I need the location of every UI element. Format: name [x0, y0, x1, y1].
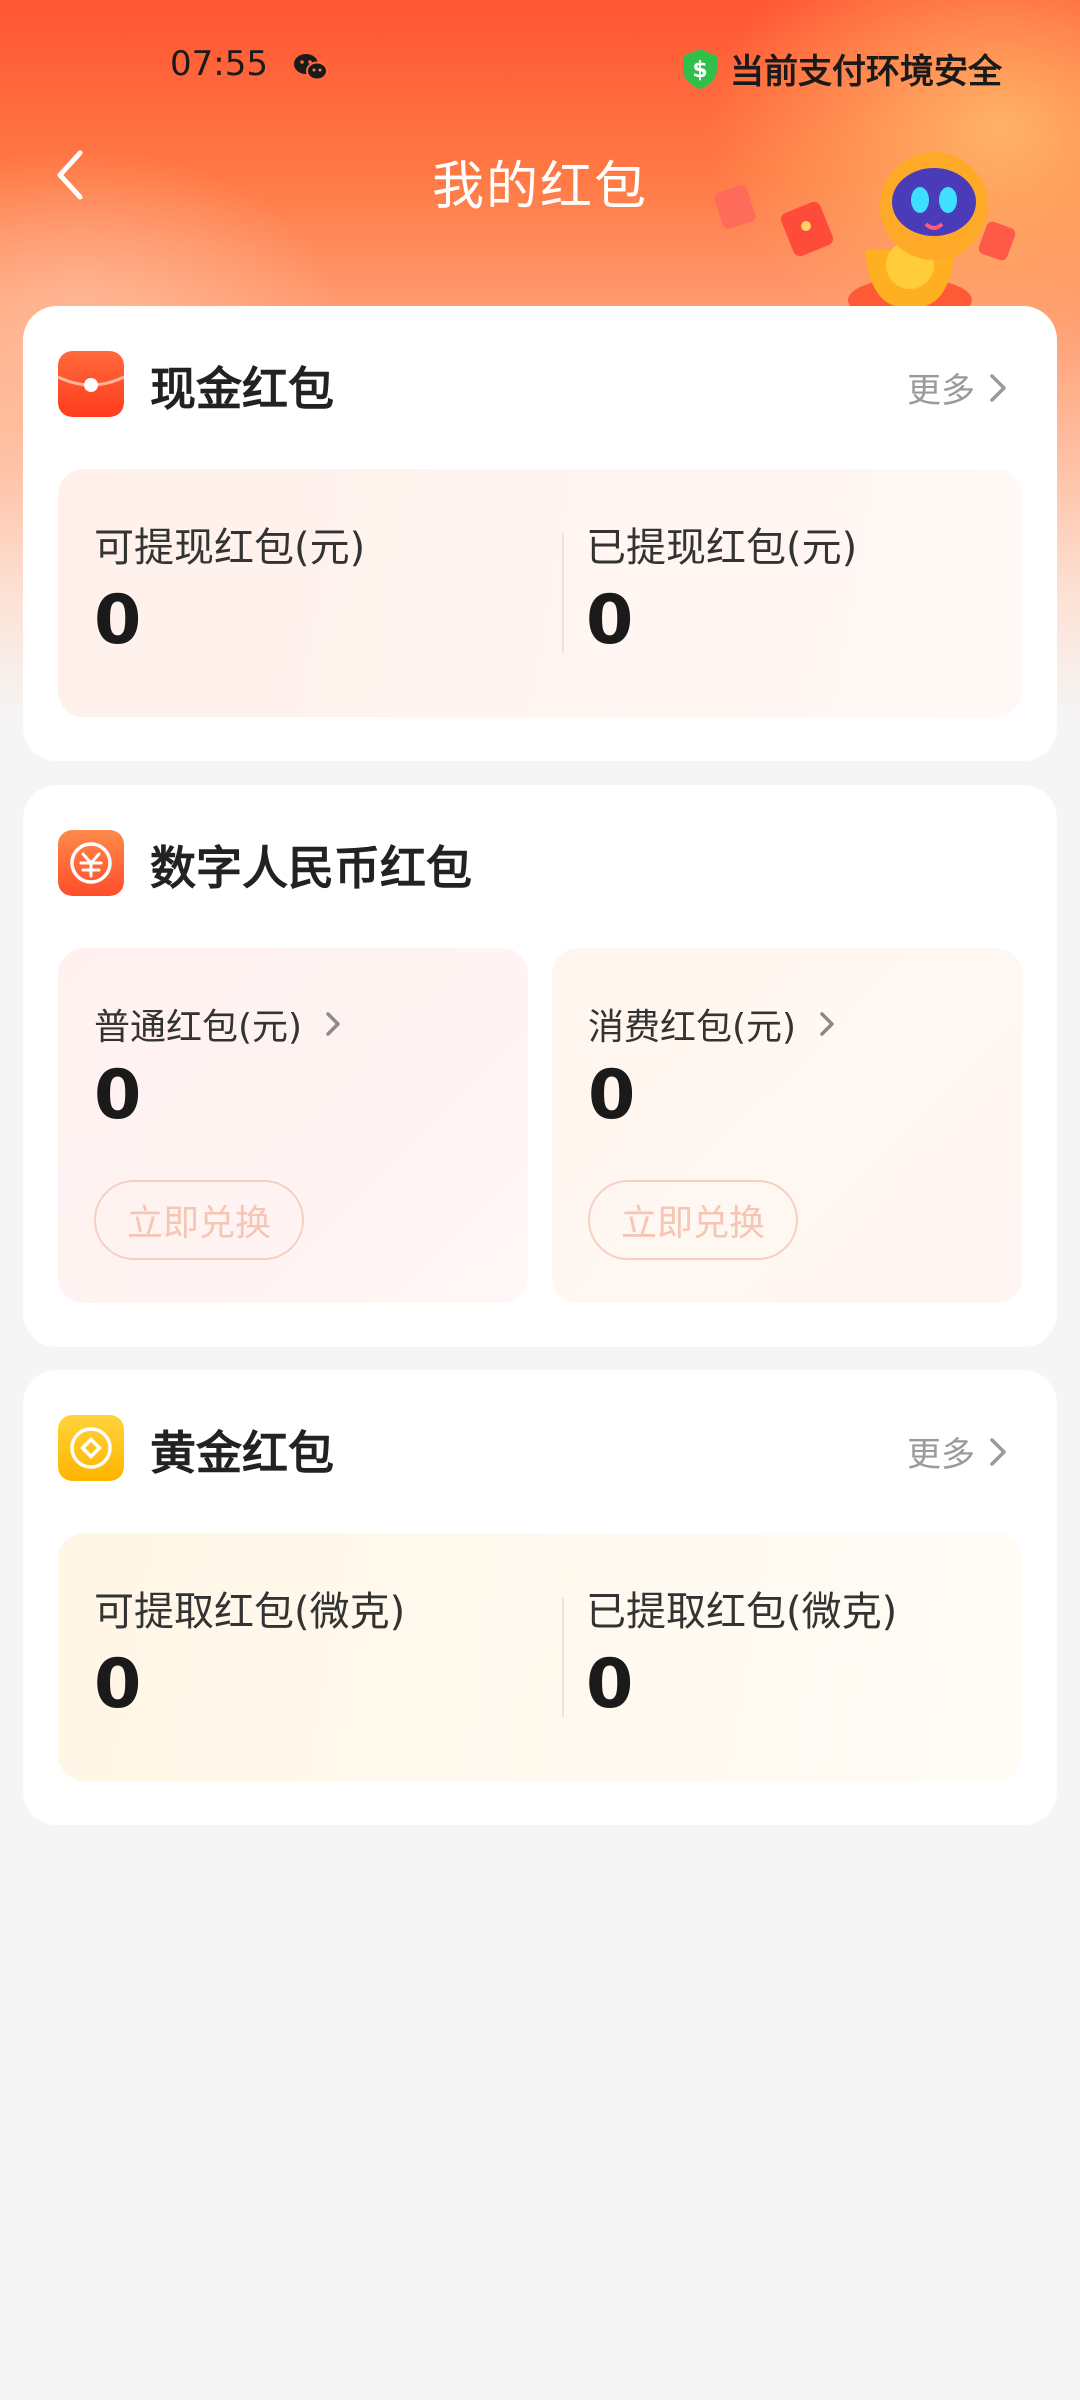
more-link[interactable]: 更多 — [907, 363, 1009, 412]
chevron-right-icon — [326, 1012, 340, 1036]
divider — [562, 1597, 564, 1717]
red-envelope-icon — [58, 351, 124, 417]
withdrawn-label: 已提现红包(元) — [586, 525, 858, 571]
extracted-value: 0 — [586, 1645, 634, 1724]
mascot-illustration — [714, 152, 1016, 310]
more-link[interactable]: 更多 — [907, 1427, 1009, 1476]
wechat-icon — [294, 54, 328, 81]
shield-dollar-icon: $ — [683, 48, 717, 89]
cash-red-envelope-card: 现金红包 更多 可提现红包(元) 0 已提现红包(元) 0 — [23, 306, 1057, 761]
divider — [562, 533, 564, 653]
extracted-label: 已提取红包(微克) — [586, 1589, 898, 1635]
redeem-button[interactable]: 立即兑换 — [588, 1180, 798, 1260]
cash-stats-panel: 可提现红包(元) 0 已提现红包(元) 0 — [58, 469, 1022, 717]
ecny-red-envelope-card: 数字人民币红包 普通红包(元) 0 立即兑换 消费红包(元) 0 立即兑换 — [23, 785, 1057, 1347]
svg-text:$: $ — [692, 58, 707, 83]
status-time: 07:55 — [170, 44, 268, 84]
withdrawable-value: 0 — [94, 581, 142, 660]
chevron-right-icon — [820, 1012, 834, 1036]
withdrawable-label: 可提现红包(元) — [94, 525, 366, 571]
consumption-envelope-panel[interactable]: 消费红包(元) 0 立即兑换 — [552, 948, 1022, 1303]
ecny-coin-icon — [58, 830, 124, 896]
card-title: 现金红包 — [150, 362, 334, 416]
more-label: 更多 — [907, 1435, 975, 1475]
extractable-value: 0 — [94, 1645, 142, 1724]
card-title: 黄金红包 — [150, 1426, 334, 1480]
consumption-envelope-link[interactable]: 消费红包(元) — [588, 998, 836, 1050]
normal-envelope-value: 0 — [94, 1056, 142, 1135]
card-title: 数字人民币红包 — [150, 841, 472, 895]
consumption-envelope-label: 消费红包(元) — [588, 1007, 797, 1048]
gold-coin-icon — [58, 1415, 124, 1481]
gold-stats-panel: 可提取红包(微克) 0 已提取红包(微克) 0 — [58, 1533, 1022, 1781]
extractable-label: 可提取红包(微克) — [94, 1589, 406, 1635]
chevron-right-icon — [990, 373, 1006, 402]
chevron-right-icon — [990, 1437, 1006, 1466]
more-label: 更多 — [907, 371, 975, 411]
withdrawn-value: 0 — [586, 581, 634, 660]
normal-envelope-label: 普通红包(元) — [94, 1007, 303, 1048]
gold-red-envelope-card: 黄金红包 更多 可提取红包(微克) 0 已提取红包(微克) 0 — [23, 1370, 1057, 1825]
consumption-envelope-value: 0 — [588, 1056, 636, 1135]
normal-envelope-link[interactable]: 普通红包(元) — [94, 998, 342, 1050]
payment-security-status: $ 当前支付环境安全 — [680, 44, 1002, 93]
redeem-button[interactable]: 立即兑换 — [94, 1180, 304, 1260]
normal-envelope-panel[interactable]: 普通红包(元) 0 立即兑换 — [58, 948, 528, 1303]
secure-text: 当前支付环境安全 — [730, 52, 1002, 92]
